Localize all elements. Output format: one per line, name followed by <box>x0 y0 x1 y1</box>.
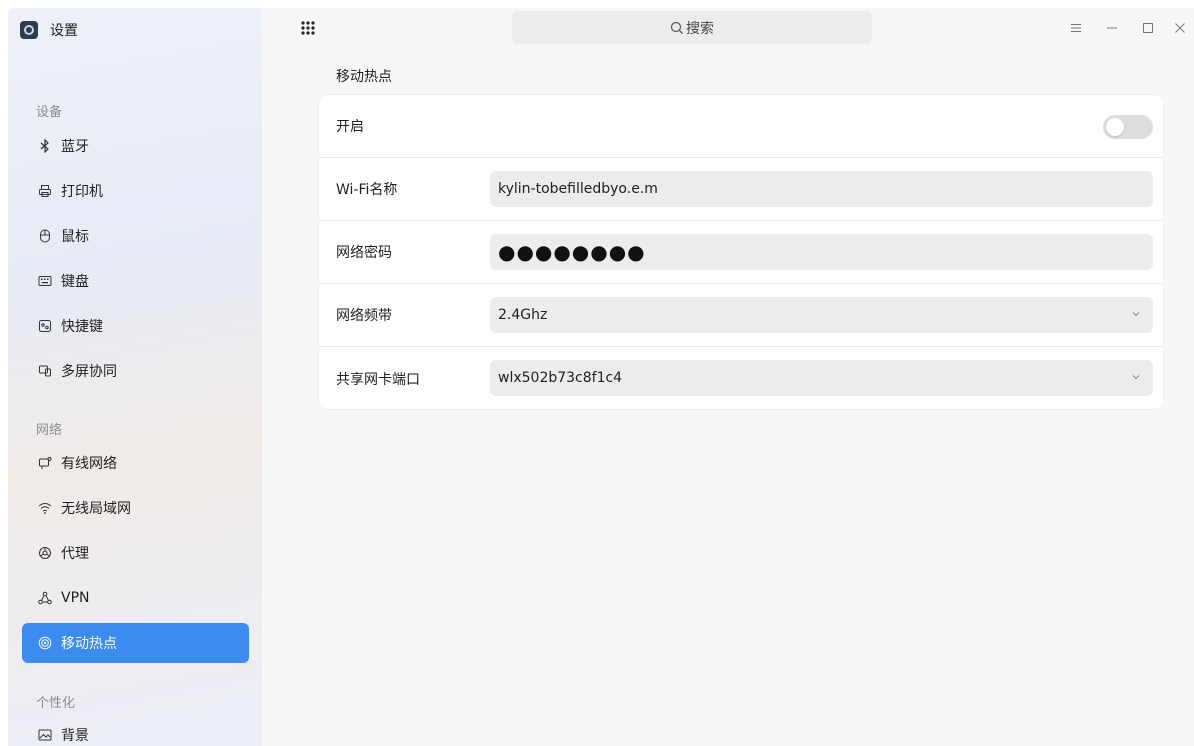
sidebar-item-label: 无线局域网 <box>61 501 131 517</box>
hotspot-settings-card: 开启 Wi-Fi名称 kylin-tobefilledbyo.e.m 网络密码 … <box>319 95 1163 409</box>
group-title-devices: 设备 <box>36 105 63 120</box>
maximize-icon[interactable] <box>1140 20 1156 36</box>
background-icon <box>37 727 53 743</box>
keyboard-icon <box>37 273 53 289</box>
group-title-network: 网络 <box>36 423 63 438</box>
sidebar-item-proxy[interactable]: 代理 <box>22 533 249 573</box>
shortcut-icon <box>37 318 53 334</box>
settings-app-icon <box>20 21 38 39</box>
sidebar-item-multiscreen[interactable]: 多屏协同 <box>22 351 249 391</box>
sidebar-item-mouse[interactable]: 鼠标 <box>22 216 249 256</box>
sidebar-item-bluetooth[interactable]: 蓝牙 <box>22 126 249 166</box>
group-title-personalization: 个性化 <box>36 696 76 711</box>
sidebar-item-label: VPN <box>61 590 90 606</box>
sidebar-item-background[interactable]: 背景 <box>22 715 249 746</box>
search-icon <box>670 21 684 35</box>
password-input[interactable]: ●●●●●●●● <box>490 234 1153 270</box>
sidebar-item-label: 打印机 <box>61 184 103 200</box>
proxy-icon <box>37 545 53 561</box>
band-label: 网络频带 <box>336 308 392 324</box>
interface-label: 共享网卡端口 <box>336 371 420 388</box>
printer-icon <box>37 183 53 199</box>
page-title: 移动热点 <box>336 69 392 85</box>
ssid-input[interactable]: kylin-tobefilledbyo.e.m <box>490 171 1153 207</box>
band-value: 2.4Ghz <box>498 307 548 323</box>
sidebar: 设置 设备 蓝牙 打印机 鼠标 键盘 快捷键 多屏协同 网络 有线网络 无线局域… <box>8 8 262 746</box>
wifi-icon <box>37 500 53 516</box>
sidebar-item-label: 有线网络 <box>61 456 117 472</box>
sidebar-item-label: 多屏协同 <box>61 364 117 380</box>
multiscreen-icon <box>37 363 53 379</box>
wired-network-icon <box>37 455 53 471</box>
close-icon[interactable] <box>1172 20 1188 36</box>
enable-label: 开启 <box>336 119 364 135</box>
sidebar-item-label: 键盘 <box>61 274 89 290</box>
band-select[interactable]: 2.4Ghz <box>490 297 1153 333</box>
row-ssid: Wi-Fi名称 kylin-tobefilledbyo.e.m <box>319 158 1163 221</box>
hotspot-icon <box>37 635 53 651</box>
sidebar-item-wired[interactable]: 有线网络 <box>22 443 249 483</box>
interface-select[interactable]: wlx502b73c8f1c4 <box>490 360 1153 396</box>
password-label: 网络密码 <box>336 245 392 261</box>
ssid-value: kylin-tobefilledbyo.e.m <box>498 181 658 197</box>
hotspot-toggle[interactable] <box>1103 115 1153 139</box>
row-interface: 共享网卡端口 wlx502b73c8f1c4 <box>319 347 1163 410</box>
sidebar-item-printer[interactable]: 打印机 <box>22 171 249 211</box>
bluetooth-icon <box>37 138 53 154</box>
sidebar-item-label: 代理 <box>61 546 89 562</box>
sidebar-item-shortcuts[interactable]: 快捷键 <box>22 306 249 346</box>
menu-icon[interactable] <box>1068 20 1084 36</box>
sidebar-item-label: 移动热点 <box>61 636 117 652</box>
app-header: 设置 <box>20 20 78 40</box>
sidebar-item-label: 鼠标 <box>61 229 89 245</box>
toggle-knob <box>1106 118 1124 136</box>
interface-value: wlx502b73c8f1c4 <box>498 370 623 386</box>
app-grid-icon[interactable] <box>300 20 316 36</box>
chevron-down-icon <box>1131 307 1141 323</box>
search-placeholder: 搜索 <box>686 20 714 37</box>
sidebar-item-label: 背景 <box>61 728 89 744</box>
minimize-icon[interactable] <box>1104 20 1120 36</box>
sidebar-item-wifi[interactable]: 无线局域网 <box>22 488 249 528</box>
row-band: 网络频带 2.4Ghz <box>319 284 1163 347</box>
vpn-icon <box>37 590 53 606</box>
sidebar-item-vpn[interactable]: VPN <box>22 578 249 618</box>
search-input[interactable]: 搜索 <box>512 11 872 44</box>
sidebar-item-keyboard[interactable]: 键盘 <box>22 261 249 301</box>
row-password: 网络密码 ●●●●●●●● <box>319 221 1163 284</box>
ssid-label: Wi-Fi名称 <box>336 182 398 198</box>
chevron-down-icon <box>1131 370 1141 386</box>
sidebar-item-label: 快捷键 <box>61 319 103 335</box>
row-enable: 开启 <box>319 95 1163 158</box>
sidebar-item-hotspot[interactable]: 移动热点 <box>22 623 249 663</box>
sidebar-item-label: 蓝牙 <box>61 139 89 155</box>
mouse-icon <box>37 228 53 244</box>
password-value: ●●●●●●●● <box>498 240 646 264</box>
app-title: 设置 <box>50 23 78 39</box>
